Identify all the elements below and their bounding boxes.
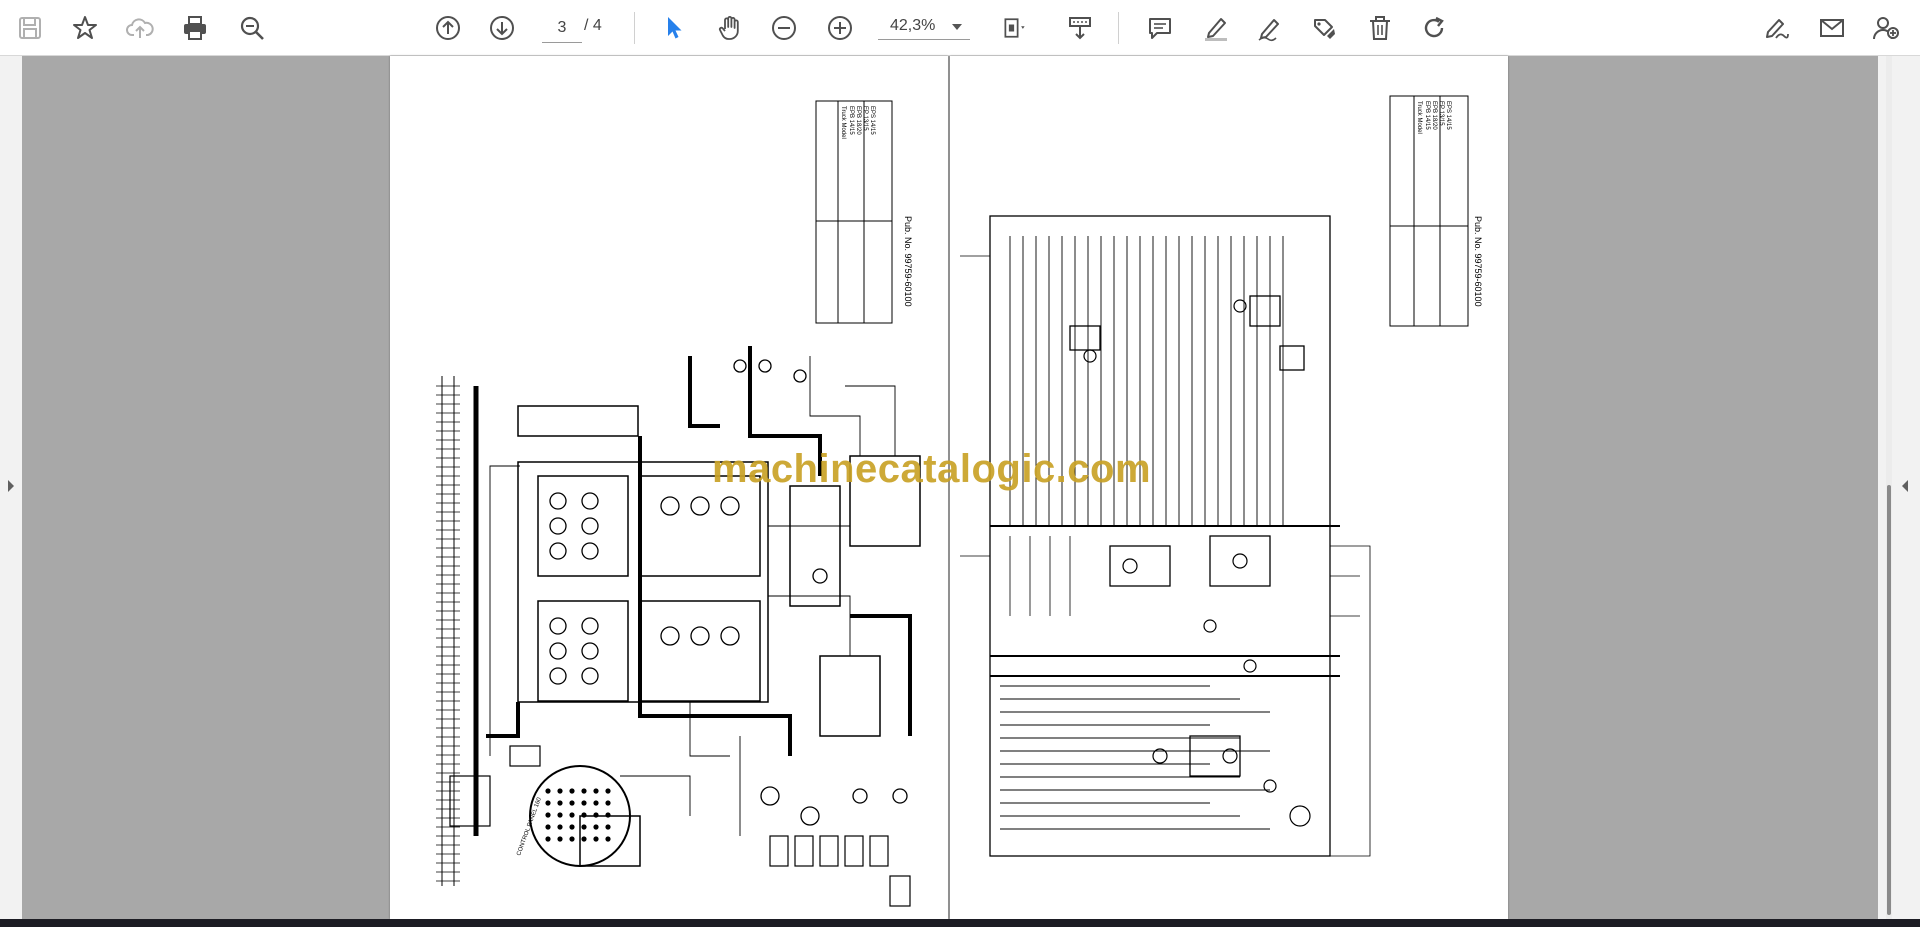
- bookmark-star-icon[interactable]: [65, 8, 105, 48]
- table-row-left-2: EPB 18/20: [855, 106, 861, 135]
- stamp-icon[interactable]: [1304, 8, 1344, 48]
- cloud-upload-icon[interactable]: [120, 8, 160, 48]
- arrow-down-circle-icon[interactable]: [482, 8, 522, 48]
- wiring-diagram-right: Pub. No. 99759-60100 Truck Model EPB 14/…: [960, 95, 1483, 857]
- table-row-left-4: EPS 14/15: [869, 106, 875, 135]
- hand-pan-icon[interactable]: [710, 8, 750, 48]
- trash-icon[interactable]: [1360, 8, 1400, 48]
- zoom-level-select[interactable]: 42,3%: [878, 14, 970, 40]
- right-panel-toggle[interactable]: [1878, 56, 1920, 919]
- pub-number-left: Pub. No. 99759-60100: [903, 216, 913, 307]
- toolbar-divider: [1118, 12, 1119, 44]
- toolbar-divider: [634, 12, 635, 44]
- toolbar: / 4 42,3%: [0, 0, 1920, 56]
- table-row-left-1: EPB 14/15: [848, 106, 854, 135]
- document-page-right: Pub. No. 99759-60100 Truck Model EPB 14/…: [950, 56, 1508, 919]
- table-row-right-2: EPB 18/20: [1431, 101, 1437, 130]
- table-row-right-4: EPS 14/15: [1445, 101, 1451, 130]
- table-row-right-3: EP 13/15: [1438, 101, 1444, 126]
- sign-icon[interactable]: [1756, 8, 1796, 48]
- table-row-right-1: EPB 14/15: [1424, 101, 1430, 130]
- zoom-minus-icon[interactable]: [764, 8, 804, 48]
- table-header-left: Truck Model: [840, 106, 846, 139]
- redo-icon[interactable]: [1414, 8, 1454, 48]
- wiring-diagram-left: Pub. No. 99759-60100 Truck Model EPB 14/…: [436, 100, 921, 907]
- pub-number-right: Pub. No. 99759-60100: [1473, 216, 1483, 307]
- zoom-plus-icon[interactable]: [820, 8, 860, 48]
- scrollbar-thumb[interactable]: [1887, 485, 1891, 915]
- zoom-out-magnifier-icon[interactable]: [232, 8, 272, 48]
- comment-icon[interactable]: [1140, 8, 1180, 48]
- email-icon[interactable]: [1812, 8, 1852, 48]
- left-panel-toggle[interactable]: [0, 56, 22, 919]
- document-page-left: Pub. No. 99759-60100 Truck Model EPB 14/…: [390, 56, 948, 919]
- highlight-pen-icon[interactable]: [1196, 8, 1236, 48]
- page-number-input[interactable]: [542, 14, 582, 43]
- page-fit-icon[interactable]: [992, 8, 1038, 48]
- chevron-left-icon: [1902, 480, 1908, 492]
- table-header-right: Truck Model: [1416, 101, 1422, 134]
- control-panel-label: CONTROL PANEL 160: [516, 796, 543, 856]
- save-icon[interactable]: [10, 8, 50, 48]
- draw-pen-icon[interactable]: [1250, 8, 1290, 48]
- scroll-mode-icon[interactable]: [1060, 8, 1100, 48]
- os-taskbar: [0, 919, 1920, 927]
- chevron-down-icon: [952, 24, 962, 30]
- page-total: / 4: [584, 17, 602, 34]
- add-user-icon[interactable]: [1866, 8, 1906, 48]
- select-cursor-icon[interactable]: [654, 8, 694, 48]
- chevron-right-icon: [8, 480, 14, 492]
- zoom-level-value: 42,3%: [890, 17, 936, 34]
- arrow-up-circle-icon[interactable]: [428, 8, 468, 48]
- print-icon[interactable]: [175, 8, 215, 48]
- table-row-left-3: EP 13/15: [862, 106, 868, 131]
